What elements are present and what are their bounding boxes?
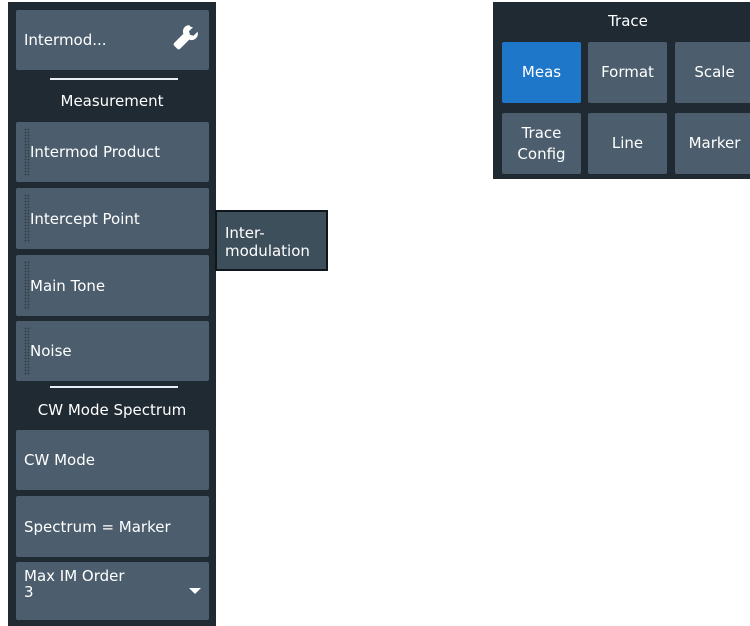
trace-panel: Trace Meas Format Scale Trace Config Lin…	[493, 2, 750, 179]
intermod-product-label: Intermod Product	[30, 143, 160, 161]
scale-label: Scale	[694, 63, 735, 81]
format-tab[interactable]: Format	[588, 42, 667, 103]
marker-label: Marker	[688, 134, 741, 152]
cw-mode-label: CW Mode	[24, 451, 95, 469]
drag-grip-icon	[24, 128, 30, 176]
spectrum-marker-button[interactable]: Spectrum = Marker	[16, 496, 209, 557]
cw-mode-spectrum-section-title: CW Mode Spectrum	[37, 401, 187, 419]
intermod-config-button[interactable]: Intermod...	[16, 10, 209, 70]
intermod-config-label: Intermod...	[24, 31, 107, 49]
tooltip-intermodulation: Inter- modulation	[215, 210, 328, 271]
intercept-point-button[interactable]: Intercept Point	[16, 188, 209, 249]
measurement-section-title: Measurement	[60, 92, 164, 110]
trace-config-tab[interactable]: Trace Config	[502, 113, 581, 174]
trace-config-label: Trace Config	[517, 123, 566, 163]
section-divider	[50, 78, 178, 80]
wrench-icon	[173, 25, 198, 50]
noise-button[interactable]: Noise	[16, 321, 209, 381]
section-divider	[50, 386, 178, 388]
tooltip-text: Inter- modulation	[225, 224, 310, 260]
drag-grip-icon	[24, 261, 30, 310]
marker-tab[interactable]: Marker	[675, 113, 750, 174]
drag-grip-icon	[24, 194, 30, 243]
meas-label: Meas	[521, 63, 562, 81]
main-tone-button[interactable]: Main Tone	[16, 255, 209, 316]
screen: Intermod... Measurement Intermod Product…	[0, 0, 750, 626]
max-im-order-value: 3	[24, 583, 34, 601]
max-im-order-label: Max IM Order	[24, 567, 125, 585]
line-label: Line	[611, 134, 644, 152]
meas-tab[interactable]: Meas	[502, 42, 581, 103]
format-label: Format	[601, 63, 654, 81]
trace-panel-title: Trace	[608, 12, 648, 30]
drag-grip-icon	[24, 327, 30, 375]
intermod-product-button[interactable]: Intermod Product	[16, 122, 209, 182]
spectrum-marker-label: Spectrum = Marker	[24, 517, 171, 536]
scale-tab[interactable]: Scale	[675, 42, 750, 103]
cw-mode-button[interactable]: CW Mode	[16, 430, 209, 490]
max-im-order-dropdown[interactable]: Max IM Order 3	[16, 562, 209, 620]
softkey-panel: Intermod... Measurement Intermod Product…	[8, 2, 216, 626]
line-tab[interactable]: Line	[588, 113, 667, 174]
dropdown-caret-icon	[189, 588, 201, 594]
intercept-point-label: Intercept Point	[30, 209, 140, 228]
